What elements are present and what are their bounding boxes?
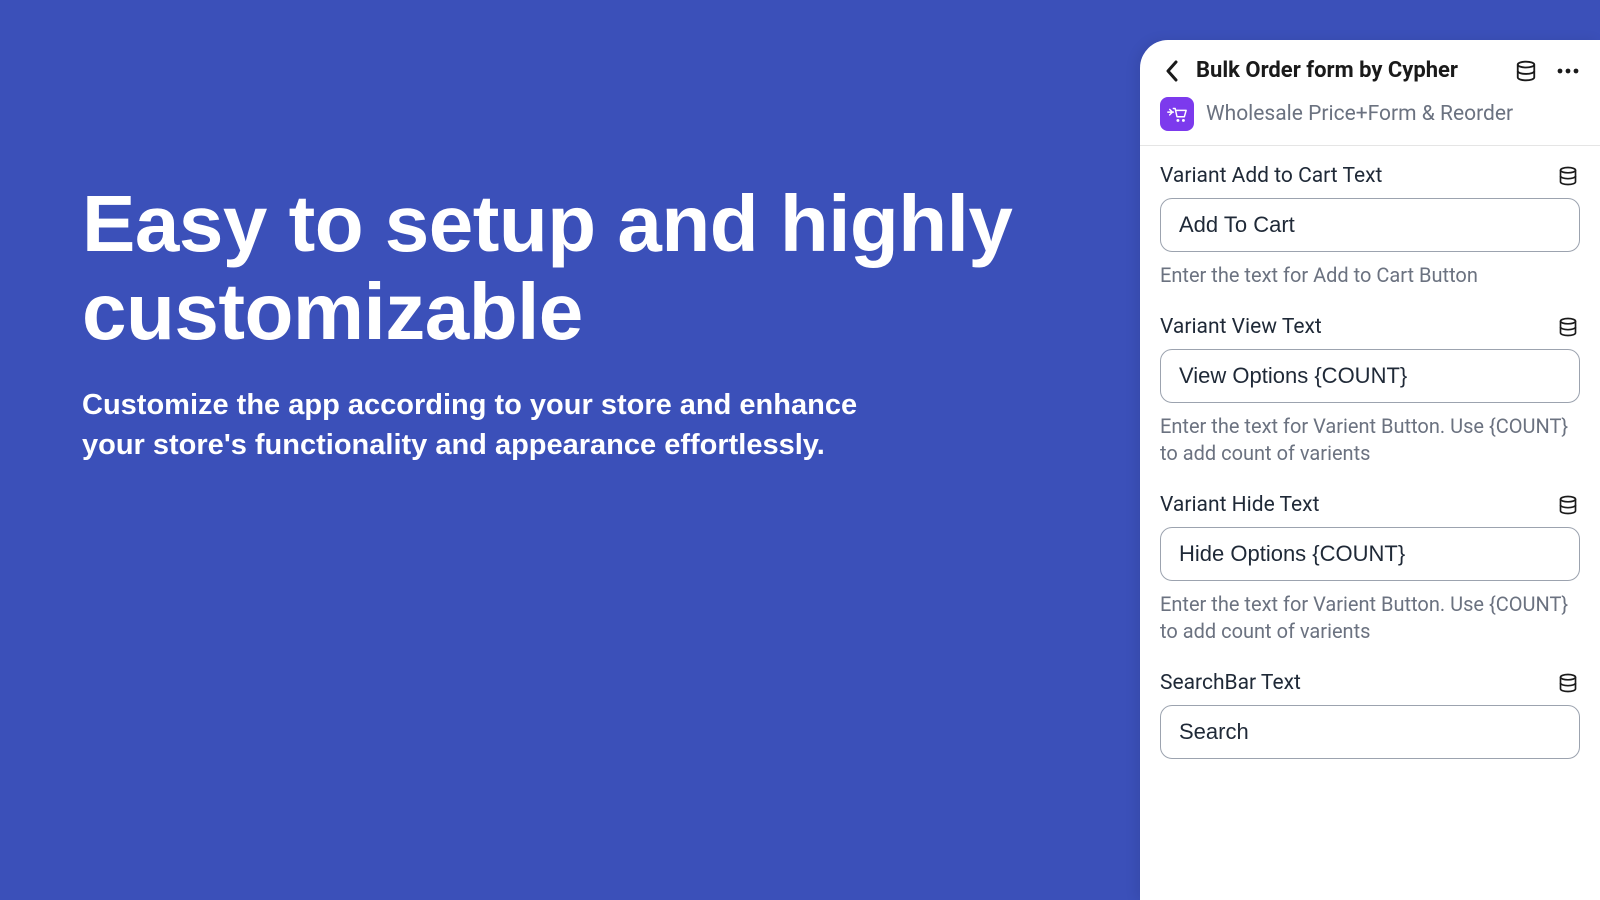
more-button[interactable] xyxy=(1556,59,1580,83)
field-help: Enter the text for Varient Button. Use {… xyxy=(1160,591,1580,645)
field-data-source-button[interactable] xyxy=(1556,493,1580,517)
settings-panel: Bulk Order form by Cypher Wholesale Pric… xyxy=(1140,40,1600,900)
database-icon xyxy=(1558,317,1578,337)
searchbar-text-input[interactable] xyxy=(1160,705,1580,759)
field-searchbar-text: SearchBar Text xyxy=(1160,671,1580,759)
variant-hide-text-input[interactable] xyxy=(1160,527,1580,581)
field-data-source-button[interactable] xyxy=(1556,164,1580,188)
panel-header: Bulk Order form by Cypher Wholesale Pric… xyxy=(1140,40,1600,146)
hero-subhead: Customize the app according to your stor… xyxy=(82,386,912,465)
cart-icon xyxy=(1166,103,1188,125)
database-icon xyxy=(1558,166,1578,186)
field-label: Variant Hide Text xyxy=(1160,493,1319,517)
hero-headline: Easy to setup and highly customizable xyxy=(82,180,1100,356)
app-icon xyxy=(1160,97,1194,131)
chevron-left-icon xyxy=(1165,60,1179,82)
dots-horizontal-icon xyxy=(1557,68,1579,74)
panel-body: Variant Add to Cart Text Enter the text … xyxy=(1140,146,1600,900)
field-help: Enter the text for Varient Button. Use {… xyxy=(1160,413,1580,467)
back-button[interactable] xyxy=(1160,59,1184,83)
field-data-source-button[interactable] xyxy=(1556,315,1580,339)
panel-title: Bulk Order form by Cypher xyxy=(1196,58,1502,83)
field-variant-add-to-cart: Variant Add to Cart Text Enter the text … xyxy=(1160,164,1580,289)
app-name: Wholesale Price+Form & Reorder xyxy=(1206,102,1513,126)
field-label: SearchBar Text xyxy=(1160,671,1301,695)
database-icon xyxy=(1515,60,1537,82)
field-help: Enter the text for Add to Cart Button xyxy=(1160,262,1580,289)
field-variant-view-text: Variant View Text Enter the text for Var… xyxy=(1160,315,1580,467)
database-icon xyxy=(1558,673,1578,693)
variant-add-to-cart-input[interactable] xyxy=(1160,198,1580,252)
field-label: Variant Add to Cart Text xyxy=(1160,164,1382,188)
field-variant-hide-text: Variant Hide Text Enter the text for Var… xyxy=(1160,493,1580,645)
hero-section: Easy to setup and highly customizable Cu… xyxy=(0,0,1140,900)
variant-view-text-input[interactable] xyxy=(1160,349,1580,403)
field-label: Variant View Text xyxy=(1160,315,1322,339)
data-source-button[interactable] xyxy=(1514,59,1538,83)
database-icon xyxy=(1558,495,1578,515)
field-data-source-button[interactable] xyxy=(1556,671,1580,695)
